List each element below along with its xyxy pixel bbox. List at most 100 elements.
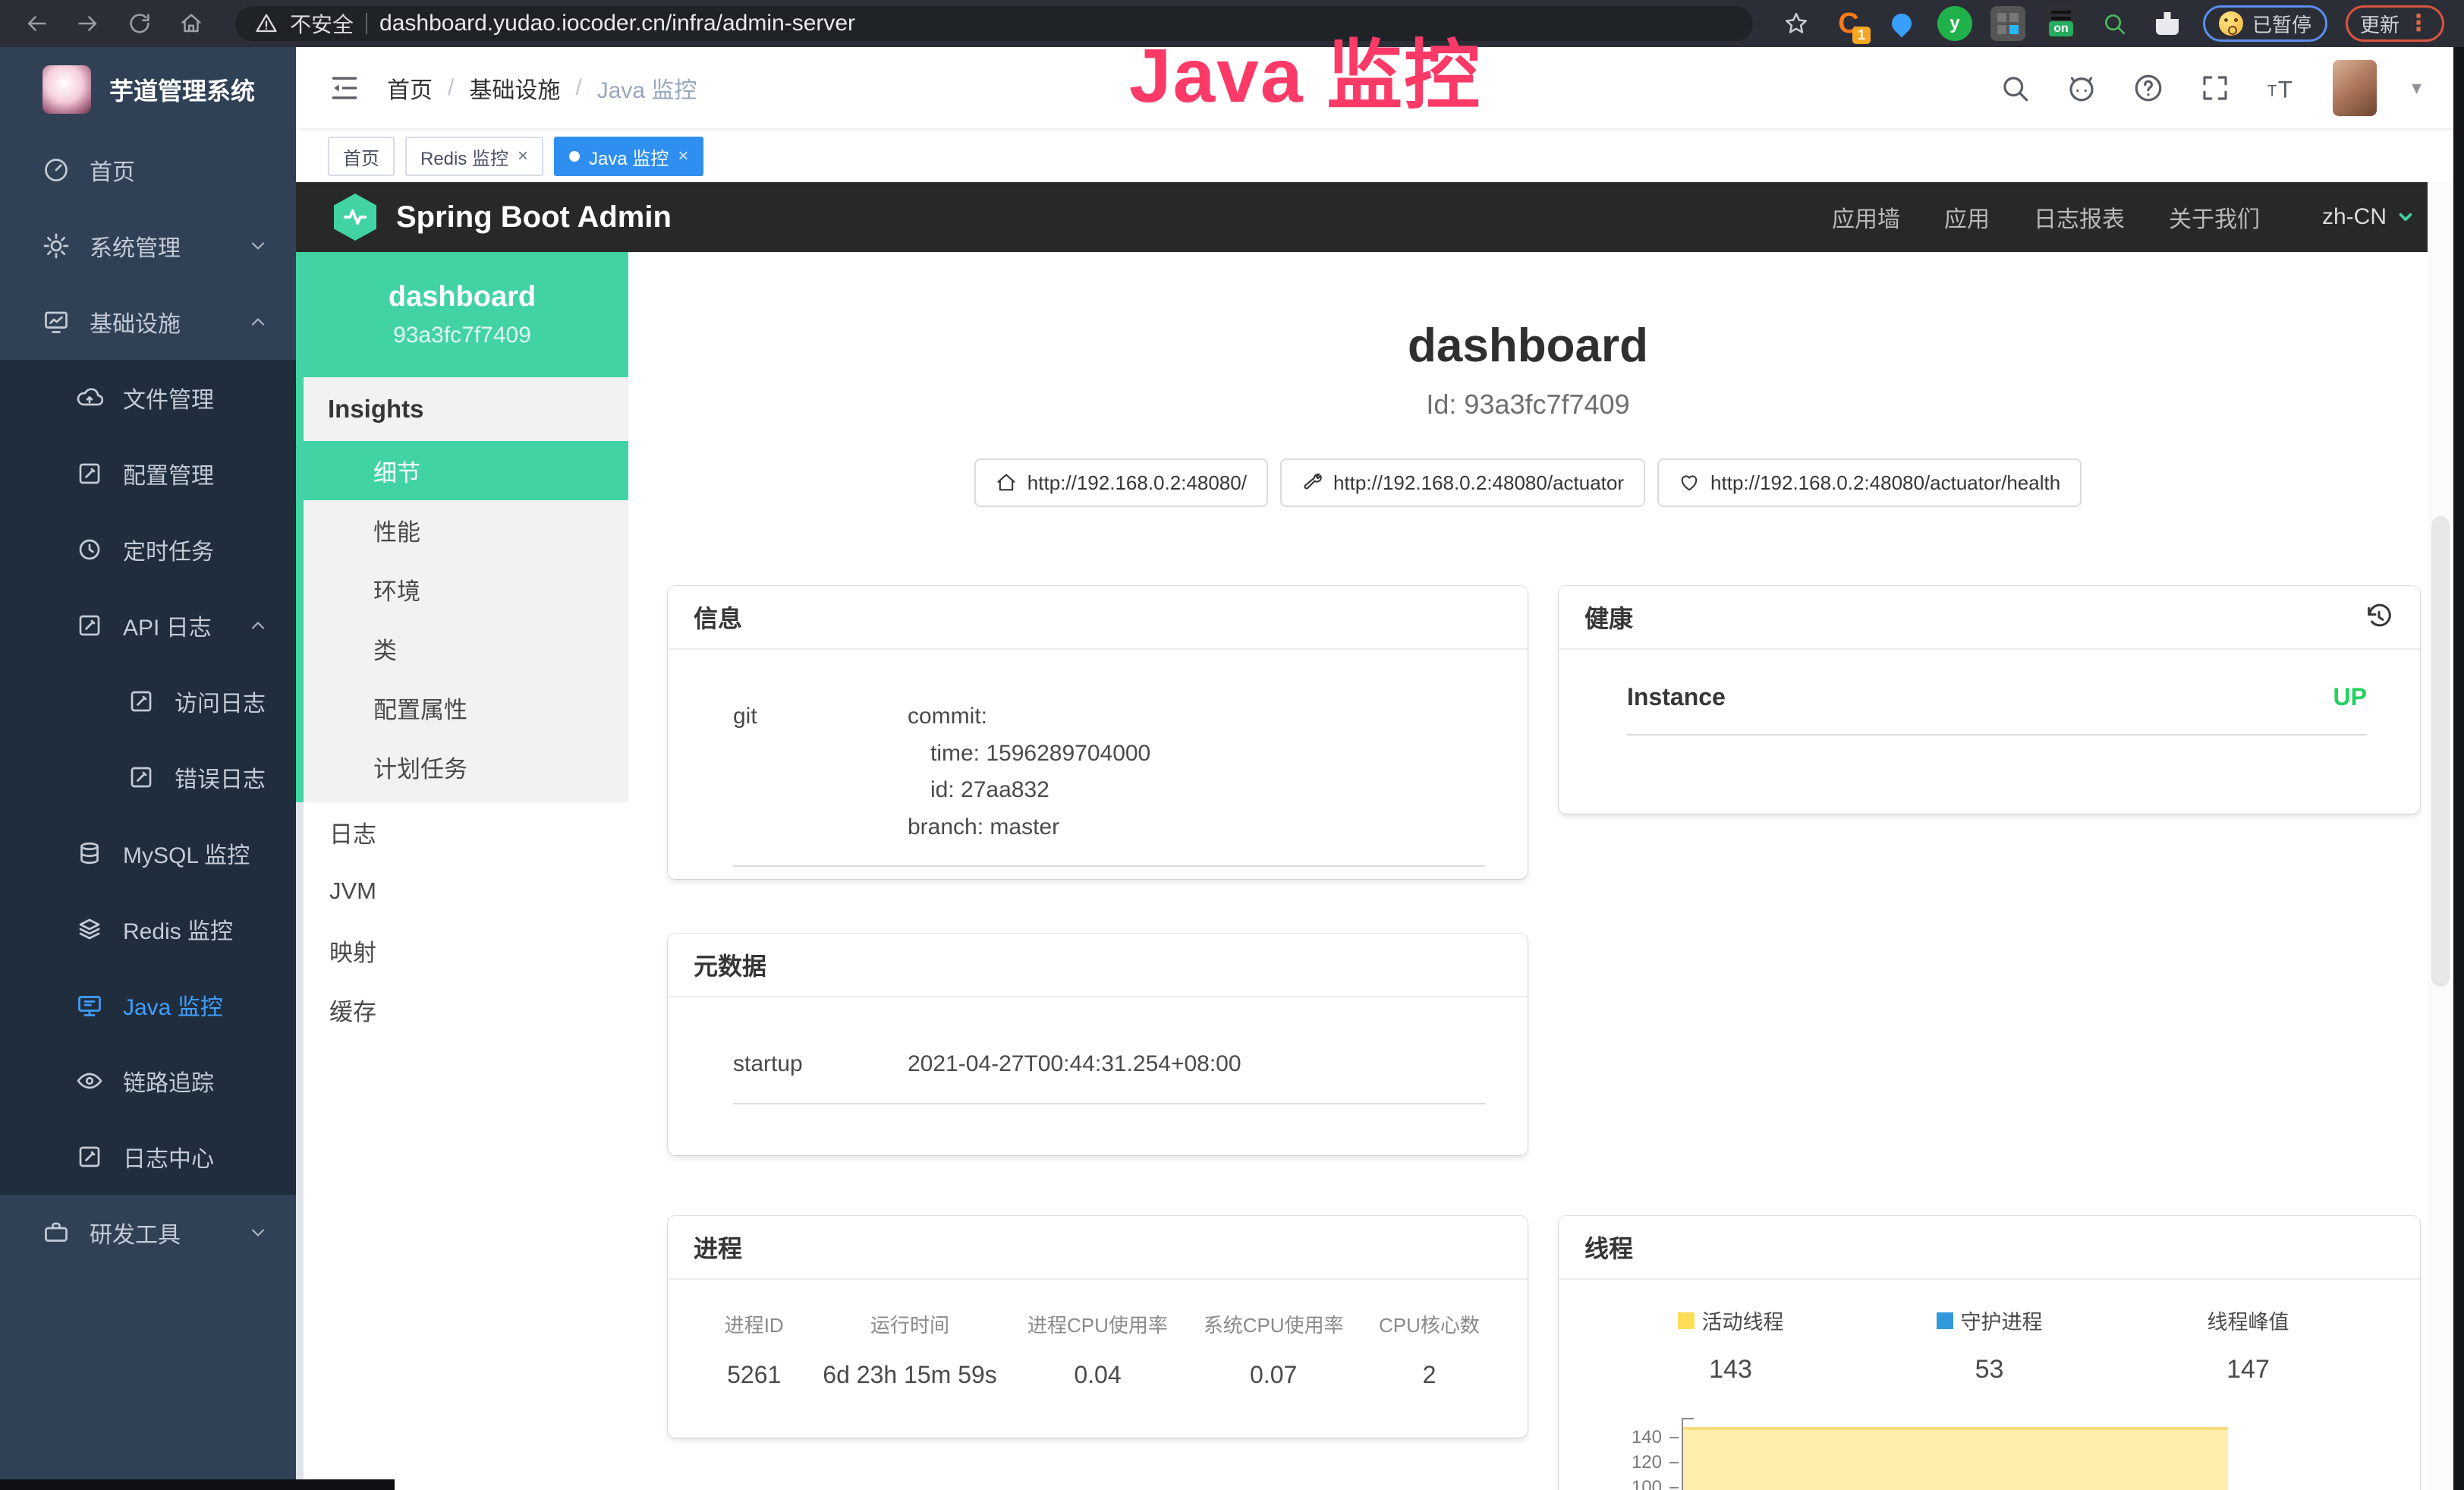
y-tick-mark (1669, 1487, 1679, 1488)
fullscreen-icon[interactable] (2199, 72, 2231, 104)
sba-sidebar-item-配置属性[interactable]: 配置属性 (304, 678, 628, 737)
sba-sidebar-item-类[interactable]: 类 (304, 619, 628, 678)
green-magnifier-extension-icon[interactable] (2097, 6, 2132, 41)
emoji-face-icon (2219, 11, 2243, 36)
user-avatar[interactable] (2333, 60, 2377, 116)
db-icon (76, 840, 103, 867)
tab-Java 监控[interactable]: Java 监控× (554, 137, 703, 176)
heart-icon (1679, 472, 1700, 493)
sba-sidebar-item-环境[interactable]: 环境 (304, 559, 628, 619)
sba-sidebar-item-JVM[interactable]: JVM (304, 862, 628, 921)
sidebar-item-label: 定时任务 (123, 533, 214, 566)
extension-icons: C1 y on (1831, 6, 2185, 41)
security-warning-icon[interactable] (255, 12, 278, 35)
sidebar-item-访问日志[interactable]: 访问日志 (0, 663, 296, 739)
browser-back-icon[interactable] (20, 7, 53, 40)
locale-selector[interactable]: zh-CN (2322, 204, 2415, 230)
instance-links: http://192.168.0.2:48080/http://192.168.… (628, 458, 2428, 507)
pen-icon (76, 612, 103, 639)
sba-nav-关于我们[interactable]: 关于我们 (2169, 200, 2260, 234)
sba-sidebar-item-缓存[interactable]: 缓存 (304, 980, 628, 1039)
search-icon[interactable] (1999, 72, 2031, 104)
sidebar-item-定时任务[interactable]: 定时任务 (0, 512, 296, 587)
orange-c-extension-icon[interactable]: C1 (1831, 6, 1866, 41)
eye-icon (76, 1067, 103, 1095)
help-icon[interactable] (2132, 72, 2164, 104)
sidebar-item-API 日志[interactable]: API 日志 (0, 587, 296, 663)
paused-badge[interactable]: 已暂停 (2203, 5, 2327, 42)
app-logo-row[interactable]: 芋道管理系统 (0, 47, 296, 132)
active-threads-area (1683, 1427, 2228, 1490)
instance-header[interactable]: dashboard 93a3fc7f7409 (296, 252, 628, 377)
grid-extension-icon[interactable] (1990, 6, 2025, 41)
sidebar-item-基础设施[interactable]: 基础设施 (0, 284, 296, 360)
process-table-header: 进程ID运行时间进程CPU使用率系统CPU使用率CPU核心数 (698, 1310, 1497, 1338)
info-git-row: git commit: time: 1596289704000 id: 27aa… (733, 677, 1485, 867)
sidebar-item-日志中心[interactable]: 日志中心 (0, 1119, 296, 1195)
tab-label: Redis 监控 (420, 143, 508, 170)
health-card: 健康 Instance UP (1559, 586, 2420, 814)
github-icon[interactable] (2066, 72, 2097, 104)
sidebar-item-研发工具[interactable]: 研发工具 (0, 1195, 296, 1271)
sba-sidebar-item-日志[interactable]: 日志 (304, 802, 628, 862)
instance-link-heart[interactable]: http://192.168.0.2:48080/actuator/health (1657, 458, 2082, 507)
instance-link-home[interactable]: http://192.168.0.2:48080/ (974, 458, 1268, 507)
close-icon[interactable]: × (678, 146, 688, 167)
tab-Redis 监控[interactable]: Redis 监控 × (405, 137, 543, 176)
sidebar-item-Redis 监控[interactable]: Redis 监控 (0, 891, 296, 967)
sba-sidebar-item-映射[interactable]: 映射 (304, 921, 628, 980)
green-y-extension-icon[interactable]: y (1937, 6, 1972, 41)
health-status-badge: UP (2333, 683, 2367, 711)
sidebar-item-Java 监控[interactable]: Java 监控 (0, 967, 296, 1043)
process-card: 进程 进程ID运行时间进程CPU使用率系统CPU使用率CPU核心数 52616d… (668, 1216, 1528, 1438)
breadcrumb-separator: / (575, 75, 581, 101)
sba-header: Spring Boot Admin 应用墙应用日志报表关于我们 zh-CN (296, 182, 2453, 252)
sidebar-item-文件管理[interactable]: 文件管理 (0, 360, 296, 436)
tab-首页[interactable]: 首页 (328, 137, 395, 176)
browser-menu-icon[interactable]: ⋮ (2407, 12, 2430, 35)
breadcrumb-item[interactable]: 首页 (387, 71, 433, 105)
health-row-label: Instance (1627, 683, 1726, 711)
scrollbar-thumb[interactable] (2431, 516, 2450, 987)
blue-pin-extension-icon[interactable] (1884, 6, 1919, 41)
sidebar-item-首页[interactable]: 首页 (0, 132, 296, 208)
pen-icon (76, 460, 103, 487)
browser-home-icon[interactable] (175, 7, 208, 40)
sidebar-item-系统管理[interactable]: 系统管理 (0, 208, 296, 284)
sba-sidebar: dashboard 93a3fc7f7409 Insights 细节性能环境类配… (296, 252, 628, 1490)
sba-nav-日志报表[interactable]: 日志报表 (2034, 200, 2125, 234)
pen-icon (76, 1143, 103, 1170)
health-card-title: 健康 (1584, 600, 1633, 635)
puzzle-extensions-menu-icon[interactable] (2150, 6, 2185, 41)
metadata-value: 2021-04-27T00:44:31.254+08:00 (908, 1046, 1241, 1083)
browser-update-button[interactable]: 更新 ⋮ (2346, 5, 2444, 42)
thread-stat-线程峰值: 线程峰值147 (2119, 1306, 2377, 1384)
sba-sidebar-item-细节[interactable]: 细节 (296, 441, 628, 500)
on-switch-extension-icon[interactable]: on (2044, 6, 2079, 41)
sidebar-item-MySQL 监控[interactable]: MySQL 监控 (0, 815, 296, 891)
scrollbar-track[interactable] (2428, 182, 2453, 1490)
sba-nav-应用墙[interactable]: 应用墙 (1832, 200, 1900, 234)
close-icon[interactable]: × (518, 146, 528, 167)
health-history-icon[interactable] (2364, 602, 2394, 632)
app-logo-icon (42, 65, 91, 114)
process-col-header: CPU核心数 (1361, 1310, 1497, 1338)
svg-text:T: T (2267, 82, 2277, 99)
hamburger-icon[interactable] (328, 71, 361, 105)
sidebar-item-链路追踪[interactable]: 链路追踪 (0, 1043, 296, 1119)
sidebar-item-配置管理[interactable]: 配置管理 (0, 436, 296, 512)
font-size-icon[interactable]: TT (2266, 72, 2298, 104)
sba-sidebar-item-计划任务[interactable]: 计划任务 (304, 737, 628, 796)
bookmark-star-icon[interactable] (1780, 7, 1813, 40)
sba-sidebar-item-性能[interactable]: 性能 (304, 500, 628, 559)
breadcrumb-item[interactable]: 基础设施 (469, 71, 560, 105)
instance-id: 93a3fc7f7409 (393, 323, 531, 348)
breadcrumb-separator: / (448, 75, 454, 101)
sba-nav-应用[interactable]: 应用 (1944, 200, 1990, 234)
avatar-caret-icon[interactable]: ▾ (2412, 76, 2422, 99)
instance-link-wrench[interactable]: http://192.168.0.2:48080/actuator (1280, 458, 1645, 507)
browser-forward-icon[interactable] (71, 7, 105, 40)
pen-icon (127, 764, 155, 791)
sidebar-item-错误日志[interactable]: 错误日志 (0, 739, 296, 815)
browser-reload-icon[interactable] (123, 7, 156, 40)
